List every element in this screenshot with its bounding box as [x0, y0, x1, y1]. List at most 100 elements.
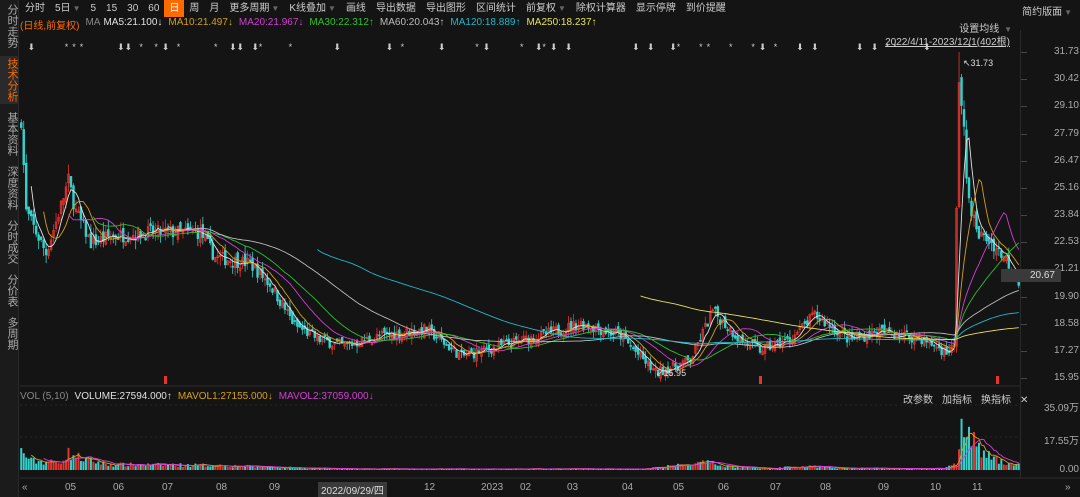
volume-bar — [987, 451, 990, 470]
candle — [783, 338, 787, 341]
volume-bar — [132, 465, 135, 470]
candle — [243, 253, 247, 267]
volume-bar — [194, 463, 197, 470]
candle — [751, 339, 754, 343]
signal-marker: ⬇ — [251, 42, 259, 52]
scroll-left-icon[interactable]: « — [22, 482, 28, 493]
volume-bar — [982, 450, 985, 470]
candle — [44, 248, 48, 256]
volume-bar — [278, 468, 281, 470]
candle — [318, 335, 321, 343]
volume-bar — [870, 468, 873, 470]
volume-bar — [749, 468, 752, 470]
volume-bar — [816, 467, 819, 470]
candle — [975, 211, 978, 230]
volume-tool-0[interactable]: 改参数 — [903, 395, 933, 406]
signal-marker: ⬇ — [796, 42, 804, 52]
volume-bar — [977, 442, 980, 470]
candle — [982, 233, 986, 236]
volume-tools: 改参数 加指标 换指标 ✕ — [903, 391, 1037, 406]
volume-bar — [348, 469, 351, 470]
volume-bar — [826, 467, 829, 470]
volume-bar — [963, 437, 966, 470]
volume-bar — [79, 460, 82, 470]
candle — [631, 347, 635, 349]
signal-marker: ⬇ — [632, 42, 640, 52]
volume-bar — [273, 467, 276, 470]
volume-bar — [30, 457, 33, 470]
volume-tool-1[interactable]: 加指标 — [942, 395, 972, 406]
volume-bar — [301, 468, 304, 470]
event-marker[interactable] — [164, 376, 167, 384]
volume-bar — [149, 465, 152, 470]
volume-bar — [704, 463, 707, 470]
candle — [863, 334, 866, 342]
candle — [515, 336, 518, 340]
signal-marker: * — [289, 42, 293, 52]
price-tick-label: 23.84 — [1053, 209, 1079, 220]
price-tick-label: 19.90 — [1053, 290, 1079, 302]
volume-bar — [542, 469, 545, 470]
signal-marker: * — [177, 42, 181, 52]
event-marker[interactable] — [759, 376, 762, 384]
candle — [32, 214, 35, 225]
candle — [880, 324, 884, 329]
candle — [358, 345, 361, 348]
candle — [731, 330, 734, 337]
candle — [69, 176, 73, 188]
candle — [845, 336, 849, 343]
candle — [629, 345, 632, 347]
volume-bar — [184, 465, 187, 470]
volume-bar — [211, 465, 214, 470]
candle — [144, 237, 147, 241]
volume-bar — [266, 466, 269, 470]
volume-bar — [744, 467, 747, 470]
scroll-right-icon[interactable]: » — [1065, 482, 1071, 493]
volume-bar — [980, 457, 983, 470]
volume-value-1: MAVOL1:27155.000↓ — [177, 391, 273, 402]
candle — [29, 210, 33, 217]
event-marker[interactable] — [996, 376, 999, 384]
signal-marker: * — [893, 42, 897, 52]
volume-bar — [55, 461, 58, 470]
volume-bar — [176, 466, 179, 470]
x-tick-label: 10 — [930, 482, 942, 493]
volume-bar — [159, 464, 162, 470]
signal-marker: ⬇ — [124, 42, 132, 52]
price-tick-label: 29.10 — [1053, 100, 1079, 112]
close-icon[interactable]: ✕ — [1020, 395, 1028, 406]
signal-marker: * — [401, 42, 405, 52]
volume-bar — [37, 460, 40, 470]
volume-bar — [226, 467, 229, 470]
signal-marker: * — [886, 42, 890, 52]
candle — [706, 323, 710, 327]
signal-marker: ⬇ — [117, 42, 125, 52]
volume-bar — [104, 463, 107, 470]
candle — [171, 225, 175, 238]
volume-bar — [254, 467, 257, 470]
price-tick — [1021, 106, 1027, 108]
signal-marker: ⬇ — [229, 42, 237, 52]
signal-marker: ⬇ — [535, 42, 543, 52]
volume-bar — [992, 456, 995, 470]
volume-bar — [878, 468, 881, 470]
candle — [823, 320, 826, 327]
x-axis: 05 06 07 08 09 2022/09/29/四 12 2023 02 03 04 05 06 07… — [20, 480, 1071, 497]
volume-bar — [251, 466, 254, 470]
volume-bar — [848, 468, 851, 470]
candle — [490, 351, 493, 354]
volume-bar — [139, 464, 142, 470]
volume-bar — [808, 465, 811, 470]
price-chart[interactable]: ⬇ * * * ⬇ ⬇ * * ⬇ * * ⬇ ⬇ ⬇ * * ⬇ ⬇ * ⬇ * ⬇ * ⬇ * ⬇ ⬇ ⬇ ⬇ ⬇ * * * * * ⬇ * ⬇ ⬇ ⬇… — [0, 0, 1080, 497]
volume-bar — [40, 460, 43, 470]
volume-bar — [724, 467, 727, 470]
volume-bar — [82, 461, 85, 470]
volume-bar — [134, 466, 137, 470]
volume-tool-2[interactable]: 换指标 — [981, 395, 1011, 406]
x-tick-label: 06 — [113, 482, 125, 493]
signal-marker: * — [80, 42, 84, 52]
signal-marker: * — [677, 42, 681, 52]
candle — [644, 356, 647, 364]
volume-bar — [99, 464, 102, 470]
volume-bar — [716, 465, 719, 470]
